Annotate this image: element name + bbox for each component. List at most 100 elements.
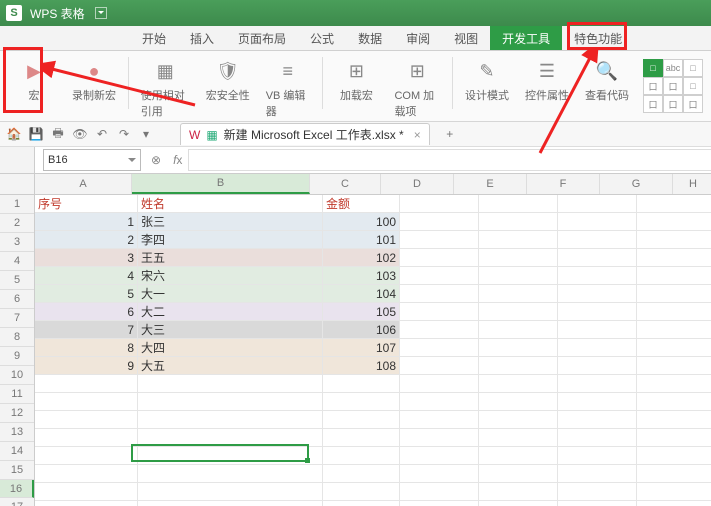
cell-D3[interactable] xyxy=(400,231,479,249)
col-header-A[interactable]: A xyxy=(35,174,132,194)
cell-G6[interactable] xyxy=(637,285,711,303)
cell-F17[interactable] xyxy=(558,483,637,501)
cell-B14[interactable] xyxy=(138,429,323,447)
cell-A6[interactable]: 5 xyxy=(35,285,138,303)
cell-E11[interactable] xyxy=(479,375,558,393)
menu-item-5[interactable]: 审阅 xyxy=(394,26,442,50)
cell-E14[interactable] xyxy=(479,429,558,447)
cell-B15[interactable] xyxy=(138,447,323,465)
side-tool-0[interactable]: □ xyxy=(643,59,663,77)
qat-redo-icon[interactable]: ↷ xyxy=(116,126,132,142)
name-box[interactable]: B16 xyxy=(43,149,141,171)
cell-D5[interactable] xyxy=(400,267,479,285)
col-header-G[interactable]: G xyxy=(600,174,673,194)
cell-C14[interactable] xyxy=(323,429,400,447)
row-header-16[interactable]: 16 xyxy=(0,480,34,498)
cell-B4[interactable]: 王五 xyxy=(138,249,323,267)
cell-C15[interactable] xyxy=(323,447,400,465)
cell-E2[interactable] xyxy=(479,213,558,231)
new-tab-icon[interactable]: + xyxy=(442,126,458,142)
cell-G1[interactable] xyxy=(637,195,711,213)
side-tool-7[interactable]: 口 xyxy=(663,95,683,113)
cell-G7[interactable] xyxy=(637,303,711,321)
cell-A15[interactable] xyxy=(35,447,138,465)
cell-C17[interactable] xyxy=(323,483,400,501)
cell-E3[interactable] xyxy=(479,231,558,249)
cell-F9[interactable] xyxy=(558,339,637,357)
cell-A17[interactable] xyxy=(35,483,138,501)
cell-G11[interactable] xyxy=(637,375,711,393)
cell-F15[interactable] xyxy=(558,447,637,465)
side-tool-4[interactable]: 口 xyxy=(663,77,683,95)
cell-B2[interactable]: 张三 xyxy=(138,213,323,231)
cell-G14[interactable] xyxy=(637,429,711,447)
row-header-17[interactable]: 17 xyxy=(0,498,34,506)
cell-F1[interactable] xyxy=(558,195,637,213)
cell-A13[interactable] xyxy=(35,411,138,429)
menu-item-2[interactable]: 页面布局 xyxy=(226,26,298,50)
ribbon-macro[interactable]: ▶宏 xyxy=(6,55,62,105)
cell-E8[interactable] xyxy=(479,321,558,339)
cell-E17[interactable] xyxy=(479,483,558,501)
cell-B13[interactable] xyxy=(138,411,323,429)
formula-input[interactable] xyxy=(188,149,711,171)
cell-E12[interactable] xyxy=(479,393,558,411)
ribbon-macro-security[interactable]: 🛡宏安全性 xyxy=(200,55,256,105)
col-header-F[interactable]: F xyxy=(527,174,600,194)
cell-G4[interactable] xyxy=(637,249,711,267)
cell-E7[interactable] xyxy=(479,303,558,321)
cell-C2[interactable]: 100 xyxy=(323,213,400,231)
cell-A2[interactable]: 1 xyxy=(35,213,138,231)
side-tool-1[interactable]: abc xyxy=(663,59,683,77)
cell-G5[interactable] xyxy=(637,267,711,285)
row-header-5[interactable]: 5 xyxy=(0,271,34,290)
cell-A18[interactable] xyxy=(35,501,138,506)
col-header-D[interactable]: D xyxy=(381,174,454,194)
cell-G18[interactable] xyxy=(637,501,711,506)
cell-G17[interactable] xyxy=(637,483,711,501)
menu-item-0[interactable]: 开始 xyxy=(130,26,178,50)
cell-D17[interactable] xyxy=(400,483,479,501)
cell-B7[interactable]: 大二 xyxy=(138,303,323,321)
cell-C10[interactable]: 108 xyxy=(323,357,400,375)
cell-A9[interactable]: 8 xyxy=(35,339,138,357)
cell-D12[interactable] xyxy=(400,393,479,411)
cell-F13[interactable] xyxy=(558,411,637,429)
cell-C1[interactable]: 金额 xyxy=(323,195,400,213)
cell-A11[interactable] xyxy=(35,375,138,393)
cell-G3[interactable] xyxy=(637,231,711,249)
ribbon-control-props[interactable]: ☰控件属性 xyxy=(519,55,575,105)
cell-F4[interactable] xyxy=(558,249,637,267)
cell-A16[interactable] xyxy=(35,465,138,483)
cell-D15[interactable] xyxy=(400,447,479,465)
side-tool-2[interactable]: □ xyxy=(683,59,703,77)
ribbon-vb-editor[interactable]: ≡VB 编辑器 xyxy=(260,55,316,121)
cell-F11[interactable] xyxy=(558,375,637,393)
cell-C3[interactable]: 101 xyxy=(323,231,400,249)
menu-item-8[interactable]: 特色功能 xyxy=(562,26,634,50)
cell-B1[interactable]: 姓名 xyxy=(138,195,323,213)
cell-G12[interactable] xyxy=(637,393,711,411)
cell-E10[interactable] xyxy=(479,357,558,375)
cell-A1[interactable]: 序号 xyxy=(35,195,138,213)
document-tab[interactable]: W ▦ 新建 Microsoft Excel 工作表.xlsx * × xyxy=(180,123,430,145)
name-box-dropdown-icon[interactable] xyxy=(128,158,136,166)
cell-B8[interactable]: 大三 xyxy=(138,321,323,339)
cell-G16[interactable] xyxy=(637,465,711,483)
cell-A5[interactable]: 4 xyxy=(35,267,138,285)
cell-B10[interactable]: 大五 xyxy=(138,357,323,375)
cell-D13[interactable] xyxy=(400,411,479,429)
cell-C16[interactable] xyxy=(323,465,400,483)
cell-F5[interactable] xyxy=(558,267,637,285)
row-header-3[interactable]: 3 xyxy=(0,233,34,252)
cell-D8[interactable] xyxy=(400,321,479,339)
cell-F16[interactable] xyxy=(558,465,637,483)
cell-F12[interactable] xyxy=(558,393,637,411)
qat-undo-icon[interactable]: ↶ xyxy=(94,126,110,142)
row-header-10[interactable]: 10 xyxy=(0,366,34,385)
qat-print-icon[interactable]: 🖶 xyxy=(50,126,66,142)
cell-A3[interactable]: 2 xyxy=(35,231,138,249)
title-dropdown-icon[interactable] xyxy=(95,7,107,19)
menu-item-3[interactable]: 公式 xyxy=(298,26,346,50)
col-header-E[interactable]: E xyxy=(454,174,527,194)
